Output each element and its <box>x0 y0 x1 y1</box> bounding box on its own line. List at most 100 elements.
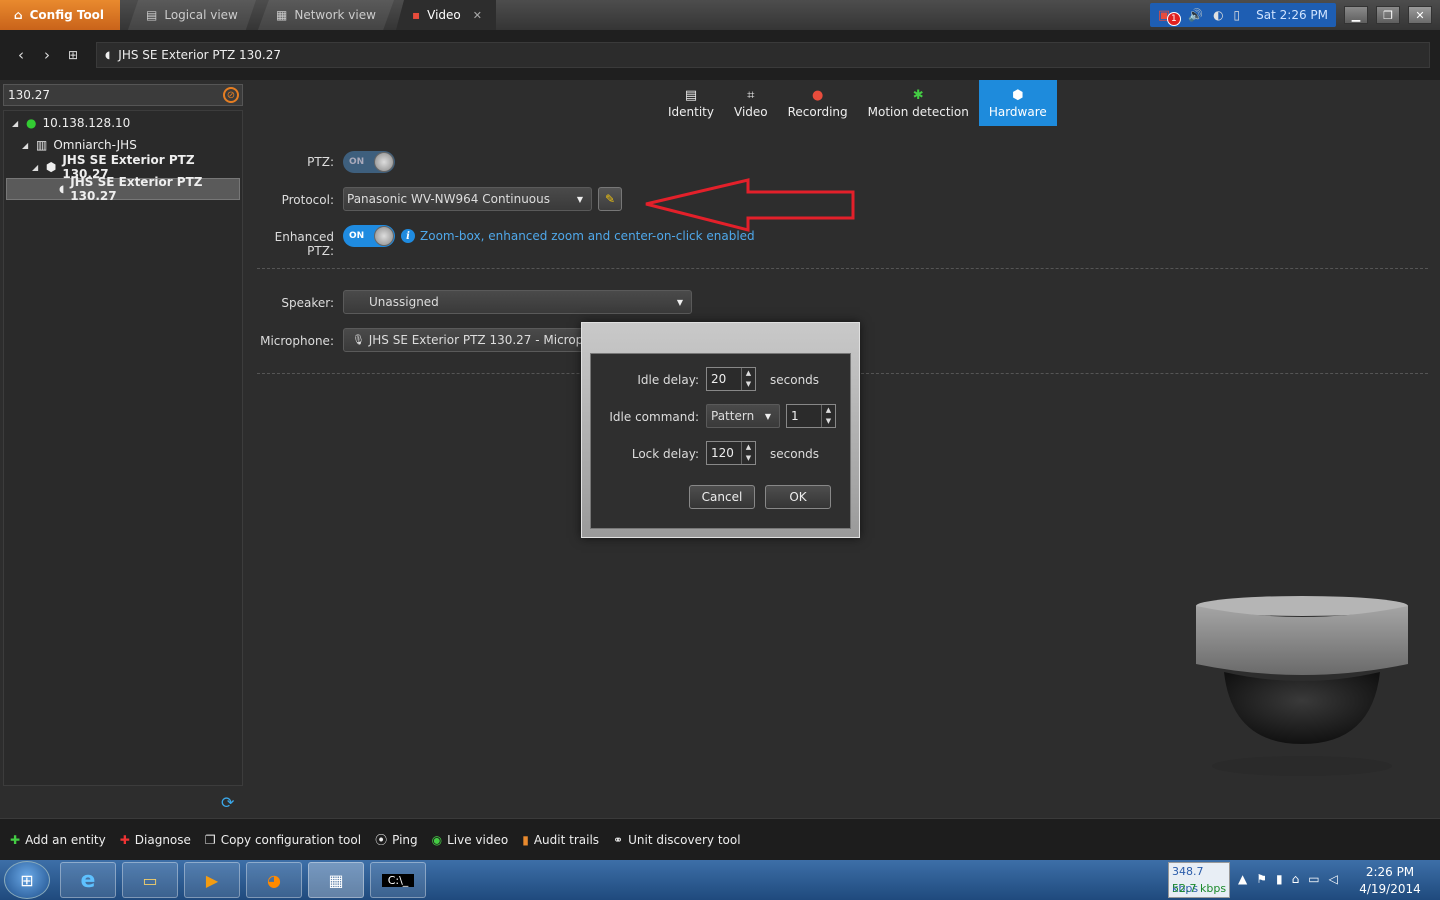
tab-network-view[interactable]: ▦ Network view <box>258 0 394 30</box>
globe-icon[interactable]: ◐ <box>1213 8 1223 22</box>
camera-icon: ◖ <box>59 183 65 195</box>
tab-config-tool[interactable]: ⌂ Config Tool <box>0 0 120 30</box>
close-tab-icon[interactable]: ✕ <box>473 9 482 22</box>
network-view-icon: ▦ <box>276 8 288 22</box>
tree-item-label: 10.138.128.10 <box>42 116 131 130</box>
spinner-arrows[interactable]: ▲ ▼ <box>741 368 755 390</box>
archiver-icon: ▥ <box>36 138 48 152</box>
taskbar-config-tool[interactable]: ▦ <box>308 862 364 898</box>
copy-configuration-button[interactable]: ❐ Copy configuration tool <box>205 833 361 847</box>
spinner-arrows[interactable]: ▲ ▼ <box>741 442 755 464</box>
alarm-icon[interactable]: ▣ 1 <box>1158 8 1181 26</box>
config-tabs: ▤ Identity ⌗ Video ● Recording ✱ Motion … <box>658 80 1057 126</box>
diagnose-button[interactable]: ✚ Diagnose <box>120 833 191 847</box>
collapse-icon[interactable]: ◢ <box>32 163 40 172</box>
flag-icon[interactable]: ⚑ <box>1256 872 1267 886</box>
ptz-toggle[interactable]: ON <box>343 151 395 173</box>
toolbar-label: Ping <box>392 832 418 847</box>
chevron-up-icon[interactable]: ▲ <box>822 405 835 416</box>
tab-logical-view[interactable]: ▤ Logical view <box>128 0 256 30</box>
tab-motion-detection[interactable]: ✱ Motion detection <box>858 80 979 126</box>
forward-button[interactable]: › <box>34 46 60 64</box>
unit-discovery-button[interactable]: ⚭ Unit discovery tool <box>613 833 741 847</box>
protocol-select[interactable]: Panasonic WV-NW964 Continuous ▼ <box>343 187 592 211</box>
taskbar-firefox[interactable]: ◕ <box>246 862 302 898</box>
collapse-icon[interactable]: ◢ <box>12 119 20 128</box>
taskbar-cmd[interactable]: C:\_ <box>370 862 426 898</box>
tree-item-camera-selected[interactable]: ◖ JHS SE Exterior PTZ 130.27 <box>6 175 240 203</box>
live-video-button[interactable]: ◉ Live video <box>432 833 509 847</box>
video-icon: ▪ <box>412 8 421 22</box>
device-icon[interactable]: ▯ <box>1234 8 1241 22</box>
chevron-down-icon[interactable]: ▼ <box>742 453 755 464</box>
recording-icon: ● <box>811 87 824 103</box>
bandwidth-meter: 348.7 kbps 52.7 kbps <box>1168 862 1230 898</box>
power-icon[interactable]: ▭ <box>1308 872 1319 886</box>
microphone-label: Microphone: <box>260 334 334 348</box>
chevron-down-icon[interactable]: ▼ <box>742 379 755 390</box>
speaker-icon[interactable]: ◁ <box>1329 872 1338 886</box>
ptz-idle-dialog: Idle delay: 20 ▲ ▼ seconds Idle command: … <box>581 322 860 538</box>
firefox-icon: ◕ <box>267 870 281 890</box>
start-button[interactable]: ⊞ <box>4 861 50 899</box>
tab-recording[interactable]: ● Recording <box>778 80 858 126</box>
network-icon[interactable]: ⊞ <box>60 48 86 62</box>
bandwidth-up: 52.7 kbps <box>1172 882 1227 895</box>
hardware-icon: ⬢ <box>1012 87 1024 103</box>
lock-delay-unit: seconds <box>770 447 820 461</box>
signal-icon[interactable]: ▮ <box>1276 872 1283 886</box>
chevron-up-icon[interactable]: ▲ <box>742 368 755 379</box>
search-input[interactable]: 130.27 ⊘ <box>3 84 243 106</box>
tab-identity[interactable]: ▤ Identity <box>658 80 724 126</box>
tab-label: Identity <box>668 104 714 119</box>
minimize-button[interactable]: ▁ <box>1344 6 1368 24</box>
show-hidden-icons[interactable]: ▲ <box>1238 872 1247 886</box>
protocol-value: Panasonic WV-NW964 Continuous <box>347 192 550 206</box>
tab-label: Motion detection <box>867 104 969 119</box>
camera-icon: ◖ <box>105 49 111 61</box>
idle-delay-input[interactable]: 20 ▲ ▼ <box>706 367 756 391</box>
edit-protocol-button[interactable]: ✎ <box>598 187 622 211</box>
taskbar-explorer[interactable]: ▭ <box>122 862 178 898</box>
ping-button[interactable]: ⦿ Ping <box>375 831 418 848</box>
tab-label: Video <box>734 104 768 119</box>
section-divider <box>257 268 1428 269</box>
tab-video[interactable]: ▪ Video ✕ <box>396 0 496 30</box>
tree-item-server[interactable]: ◢ ● 10.138.128.10 <box>12 112 130 134</box>
tab-label: Network view <box>294 8 376 22</box>
lock-delay-input[interactable]: 120 ▲ ▼ <box>706 441 756 465</box>
add-entity-button[interactable]: ✚ Add an entity <box>10 833 106 847</box>
audit-trails-icon: ▮ <box>522 832 529 847</box>
tab-hardware[interactable]: ⬢ Hardware <box>978 80 1057 126</box>
chevron-down-icon[interactable]: ▼ <box>822 416 835 427</box>
enhanced-ptz-toggle[interactable]: ON <box>343 225 395 247</box>
taskbar-ie[interactable]: e <box>60 862 116 898</box>
bottom-toolbar: ✚ Add an entity ✚ Diagnose ❐ Copy config… <box>0 818 1440 860</box>
audit-trails-button[interactable]: ▮ Audit trails <box>522 833 599 847</box>
restore-button[interactable]: ❐ <box>1376 6 1400 24</box>
spinner-arrows[interactable]: ▲ ▼ <box>821 405 835 427</box>
idle-command-value: Pattern <box>711 409 755 423</box>
taskbar-media-player[interactable]: ▶ <box>184 862 240 898</box>
info-icon: i <box>401 229 415 243</box>
refresh-icon[interactable]: ⟳ <box>221 793 234 812</box>
speaker-select[interactable]: Unassigned ▼ <box>343 290 692 314</box>
close-window-button[interactable]: ✕ <box>1408 6 1432 24</box>
chevron-up-icon[interactable]: ▲ <box>742 442 755 453</box>
volume-icon[interactable]: 🔊 <box>1188 8 1203 22</box>
live-video-icon: ◉ <box>431 832 443 847</box>
idle-command-number-input[interactable]: 1 ▲ ▼ <box>786 404 836 428</box>
taskbar-clock[interactable]: 2:26 PM 4/19/2014 <box>1355 864 1425 898</box>
clear-search-icon[interactable]: ⊘ <box>223 87 239 103</box>
back-button[interactable]: ‹ <box>8 46 34 64</box>
usb-icon[interactable]: ⌂ <box>1292 872 1300 886</box>
toolbar-label: Audit trails <box>533 832 600 847</box>
ok-button[interactable]: OK <box>765 485 831 509</box>
idle-command-select[interactable]: Pattern ▼ <box>706 404 780 428</box>
address-field[interactable]: ◖ JHS SE Exterior PTZ 130.27 <box>96 42 1430 68</box>
tab-video-settings[interactable]: ⌗ Video <box>724 80 778 126</box>
collapse-icon[interactable]: ◢ <box>22 141 30 150</box>
ping-icon: ⦿ <box>375 833 388 847</box>
cancel-button[interactable]: Cancel <box>689 485 755 509</box>
dialog-body: Idle delay: 20 ▲ ▼ seconds Idle command: … <box>590 353 851 529</box>
